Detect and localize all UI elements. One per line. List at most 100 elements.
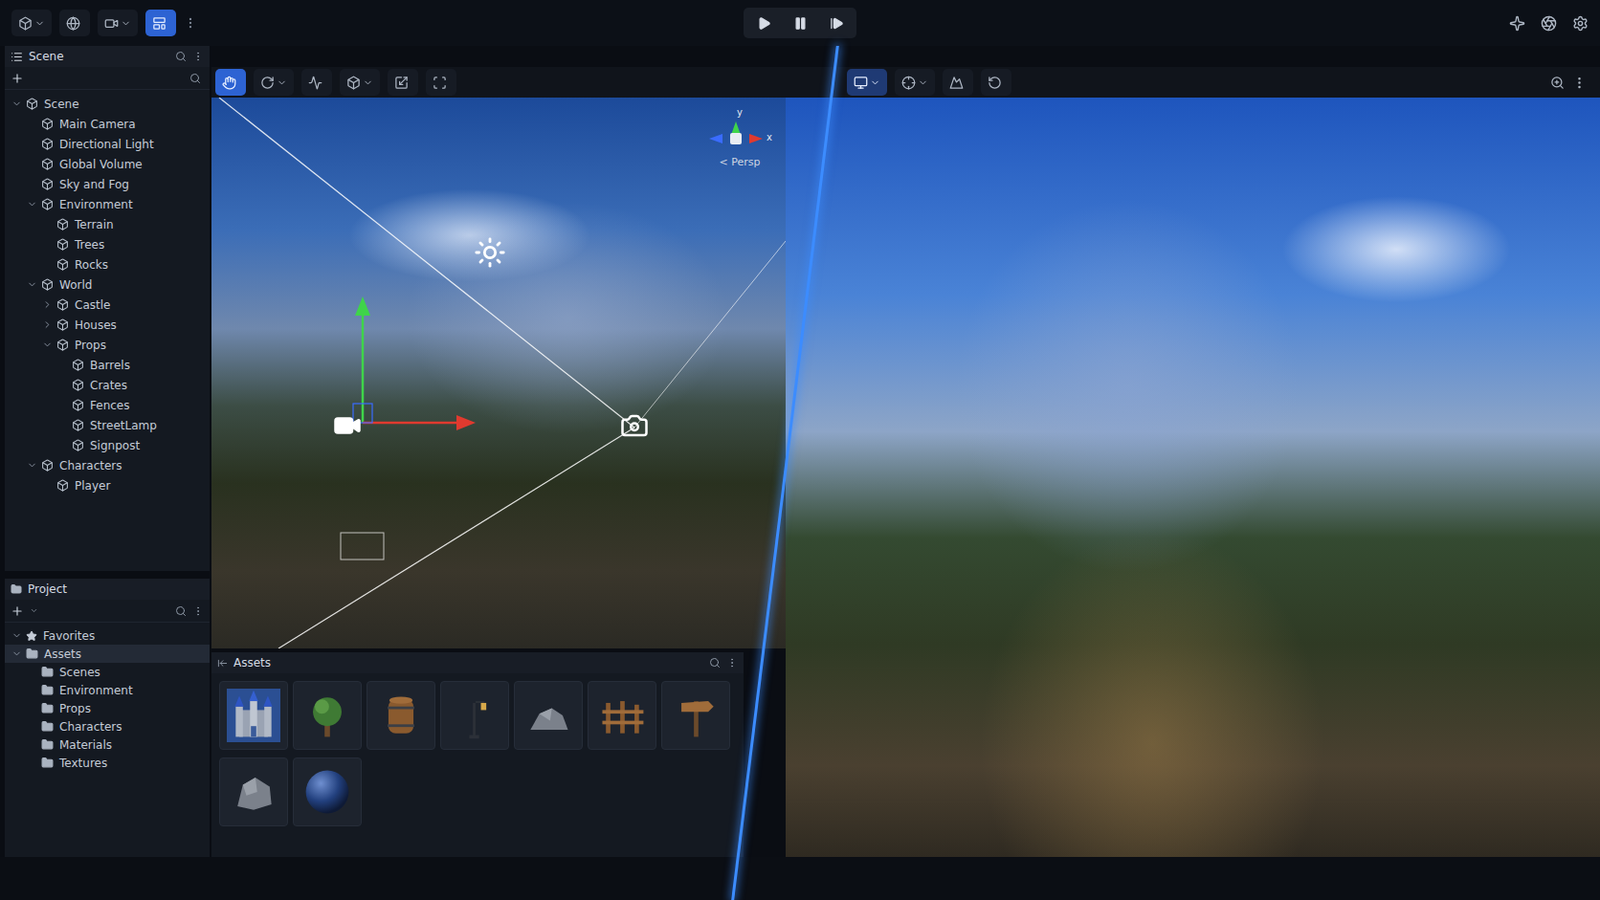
asset-tile[interactable]	[366, 681, 436, 751]
scene-tool-button[interactable]	[425, 68, 457, 96]
asset-tile[interactable]	[292, 757, 362, 827]
project-item[interactable]: Props	[4, 699, 210, 718]
expand-toggle[interactable]	[41, 319, 53, 332]
collapse-icon[interactable]	[217, 658, 228, 669]
expand-toggle[interactable]	[25, 685, 38, 697]
expand-toggle[interactable]	[25, 757, 38, 770]
zoom-icon[interactable]	[1550, 75, 1565, 90]
project-item[interactable]: Favorites	[4, 626, 210, 645]
more-icon[interactable]	[192, 50, 204, 63]
top-tool-button[interactable]	[97, 9, 138, 37]
aperture-icon[interactable]	[1540, 15, 1557, 32]
scene-tool-button[interactable]	[301, 68, 333, 96]
hierarchy-item[interactable]: Global Volume	[4, 154, 210, 175]
expand-toggle[interactable]	[25, 666, 38, 679]
expand-toggle[interactable]	[41, 219, 53, 231]
expand-toggle[interactable]	[56, 359, 68, 372]
game-tool-button[interactable]	[942, 68, 974, 96]
top-tool-button[interactable]	[145, 9, 177, 37]
expand-toggle[interactable]	[41, 339, 53, 352]
expand-toggle[interactable]	[25, 703, 38, 715]
expand-toggle[interactable]	[25, 279, 38, 291]
project-item[interactable]: Materials	[4, 735, 210, 755]
hierarchy-item[interactable]: Houses	[4, 314, 210, 335]
expand-toggle[interactable]	[25, 158, 38, 171]
project-item[interactable]: Characters	[4, 717, 210, 736]
camera-marker[interactable]	[333, 411, 362, 445]
step-button[interactable]	[818, 9, 855, 37]
expand-toggle[interactable]	[41, 239, 53, 251]
search-icon[interactable]	[175, 50, 187, 63]
scene-tool-button[interactable]	[253, 68, 294, 96]
expand-toggle[interactable]	[25, 178, 38, 191]
hierarchy-item[interactable]: Barrels	[4, 355, 210, 376]
hierarchy-item[interactable]: Props	[4, 334, 210, 356]
search-icon[interactable]	[709, 657, 721, 669]
scene-tool-button[interactable]	[215, 68, 246, 96]
hierarchy-item[interactable]: Environment	[4, 194, 210, 215]
expand-toggle[interactable]	[25, 721, 38, 734]
hierarchy-item[interactable]: Signpost	[4, 435, 210, 456]
more-icon[interactable]	[1572, 75, 1587, 90]
more-icon[interactable]	[183, 16, 198, 30]
asset-tile[interactable]	[587, 681, 657, 751]
search-icon[interactable]	[175, 605, 187, 618]
projection-label[interactable]: < Persp	[719, 155, 761, 169]
expand-toggle[interactable]	[56, 420, 68, 432]
hierarchy-item[interactable]: Player	[4, 475, 210, 496]
directional-light-marker[interactable]	[473, 236, 507, 273]
scene-tool-button[interactable]	[339, 68, 380, 96]
expand-toggle[interactable]	[41, 259, 53, 271]
hierarchy-item[interactable]: Sky and Fog	[4, 174, 210, 195]
project-item[interactable]: Scenes	[4, 663, 210, 682]
play-button[interactable]	[745, 9, 782, 37]
expand-toggle[interactable]	[25, 118, 38, 131]
asset-tile[interactable]	[219, 681, 289, 751]
player-camera-marker[interactable]	[620, 411, 649, 445]
hierarchy-item[interactable]: Crates	[4, 375, 210, 396]
expand-toggle[interactable]	[10, 98, 23, 111]
project-item[interactable]: Assets	[4, 644, 210, 664]
hierarchy-item[interactable]: Trees	[4, 234, 210, 255]
hierarchy-item[interactable]: Castle	[4, 294, 210, 315]
expand-toggle[interactable]	[41, 480, 53, 492]
add-icon[interactable]	[10, 604, 24, 619]
more-icon[interactable]	[726, 657, 738, 669]
expand-toggle[interactable]	[56, 440, 68, 452]
asset-tile[interactable]	[219, 757, 289, 827]
game-tool-button[interactable]	[894, 68, 935, 96]
asset-tile[interactable]	[661, 681, 731, 751]
top-tool-button[interactable]	[59, 9, 90, 37]
hierarchy-item[interactable]: Directional Light	[4, 133, 210, 155]
hierarchy-item[interactable]: Scene	[4, 93, 210, 114]
project-item[interactable]: Environment	[4, 681, 210, 700]
hierarchy-item[interactable]: Main Camera	[4, 113, 210, 134]
hierarchy-item[interactable]: Rocks	[4, 254, 210, 275]
expand-toggle[interactable]	[10, 648, 23, 661]
expand-toggle[interactable]	[25, 739, 38, 752]
expand-toggle[interactable]	[41, 299, 53, 312]
expand-toggle[interactable]	[25, 460, 38, 472]
game-tool-button[interactable]	[980, 68, 1012, 96]
hierarchy-search-field[interactable]	[29, 69, 204, 88]
top-tool-button[interactable]	[11, 9, 52, 37]
settings-icon[interactable]	[1572, 15, 1589, 32]
scene-tool-button[interactable]	[387, 68, 419, 96]
orientation-gizmo[interactable]: yx< Persp	[707, 107, 773, 169]
hierarchy-item[interactable]: Terrain	[4, 214, 210, 235]
expand-toggle[interactable]	[25, 199, 38, 211]
asset-tile[interactable]	[513, 681, 583, 751]
game-tool-button[interactable]	[846, 68, 888, 96]
project-item[interactable]: Textures	[4, 754, 210, 773]
expand-toggle[interactable]	[56, 379, 68, 392]
expand-toggle[interactable]	[56, 400, 68, 412]
add-icon[interactable]	[10, 71, 24, 86]
game-view[interactable]	[785, 97, 1600, 858]
hierarchy-item[interactable]: Fences	[4, 395, 210, 416]
hierarchy-item[interactable]: World	[4, 274, 210, 295]
expand-toggle[interactable]	[10, 630, 23, 643]
sparkle-icon[interactable]	[1509, 15, 1526, 32]
hierarchy-item[interactable]: Characters	[4, 455, 210, 476]
dropdown-caret-icon[interactable]	[29, 606, 39, 616]
hierarchy-item[interactable]: StreetLamp	[4, 415, 210, 436]
